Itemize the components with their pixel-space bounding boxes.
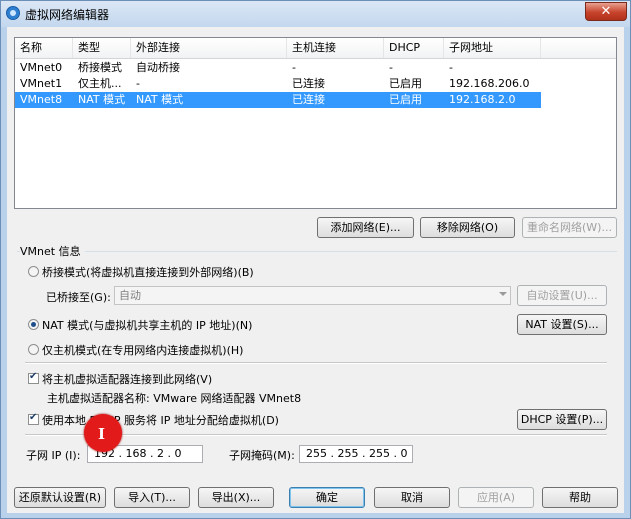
cell-external: NAT 模式 xyxy=(136,93,184,106)
cell-host: 已连接 xyxy=(292,93,325,106)
adapter-name-text: 主机虚拟适配器名称: VMware 网络适配器 VMnet8 xyxy=(47,392,302,405)
subnet-ip-label: 子网 IP (I): xyxy=(26,449,81,462)
network-list[interactable]: 名称 类型 外部连接 主机连接 DHCP 子网地址 VMnet0 桥接模式 自动… xyxy=(14,37,617,209)
host-only-radio[interactable] xyxy=(28,344,39,355)
dhcp-checkbox[interactable] xyxy=(28,412,39,425)
connect-adapter-label[interactable]: 将主机虚拟适配器连接到此网络(V) xyxy=(42,371,212,387)
text-ibeam-cursor-icon: I xyxy=(98,425,106,443)
window-title: 虚拟网络编辑器 xyxy=(25,8,110,22)
cell-type: 桥接模式 xyxy=(78,61,122,74)
dhcp-settings-button[interactable]: DHCP 设置(P)... xyxy=(517,409,607,430)
apply-button[interactable]: 应用(A) xyxy=(458,487,534,508)
subnet-mask-label: 子网掩码(M): xyxy=(229,449,295,462)
bridged-mode-radio[interactable] xyxy=(28,266,39,277)
add-network-button[interactable]: 添加网络(E)... xyxy=(317,217,414,238)
column-header-host[interactable]: 主机连接 xyxy=(287,38,384,58)
restore-defaults-button[interactable]: 还原默认设置(R) xyxy=(14,487,106,508)
cancel-button[interactable]: 取消 xyxy=(374,487,450,508)
column-header-name[interactable]: 名称 xyxy=(15,38,73,58)
virtual-network-editor-window: 虚拟网络编辑器 ✕ 名称 类型 外部连接 主机连接 DHCP 子网地址 VMne… xyxy=(0,0,631,519)
help-button[interactable]: 帮助 xyxy=(542,487,618,508)
cell-dhcp: 已启用 xyxy=(389,93,422,106)
cell-external: 自动桥接 xyxy=(136,61,180,74)
cell-type: NAT 模式 xyxy=(78,93,126,106)
auto-settings-button[interactable]: 自动设置(U)... xyxy=(517,285,607,306)
title-bar[interactable]: 虚拟网络编辑器 ✕ xyxy=(1,1,630,27)
table-row-vmnet1[interactable]: VMnet1 仅主机... - 已连接 已启用 192.168.206.0 xyxy=(15,76,541,92)
column-header-dhcp[interactable]: DHCP xyxy=(384,38,444,58)
column-header-external[interactable]: 外部连接 xyxy=(131,38,287,58)
bridged-to-value: 自动 xyxy=(119,289,141,302)
cell-name: VMnet8 xyxy=(20,93,63,106)
cell-type: 仅主机... xyxy=(78,77,122,90)
ok-button[interactable]: 确定 xyxy=(289,487,365,508)
remove-network-button[interactable]: 移除网络(O) xyxy=(420,217,515,238)
vmnet-info-group-border xyxy=(17,251,617,252)
column-header-type[interactable]: 类型 xyxy=(73,38,131,58)
column-header-subnet[interactable]: 子网地址 xyxy=(444,38,541,58)
cell-name: VMnet0 xyxy=(20,61,63,74)
cell-subnet: - xyxy=(449,61,453,74)
cell-host: 已连接 xyxy=(292,77,325,90)
bridged-to-select[interactable]: 自动 xyxy=(114,286,511,305)
cell-dhcp: - xyxy=(389,61,393,74)
table-row-vmnet0[interactable]: VMnet0 桥接模式 自动桥接 - - - xyxy=(15,60,541,76)
nat-settings-button[interactable]: NAT 设置(S)... xyxy=(517,314,607,335)
host-only-label[interactable]: 仅主机模式(在专用网络内连接虚拟机)(H) xyxy=(42,342,243,358)
rename-network-button[interactable]: 重命名网络(W)... xyxy=(522,217,617,238)
bridged-to-label: 已桥接至(G): xyxy=(46,291,111,304)
network-list-header: 名称 类型 外部连接 主机连接 DHCP 子网地址 xyxy=(15,38,616,59)
cell-host: - xyxy=(292,61,296,74)
vmnet-info-group-title: VMnet 信息 xyxy=(20,243,85,259)
export-button[interactable]: 导出(X)... xyxy=(198,487,274,508)
cell-dhcp: 已启用 xyxy=(389,77,422,90)
table-row-vmnet8[interactable]: VMnet8 NAT 模式 NAT 模式 已连接 已启用 192.168.2.0 xyxy=(15,92,541,108)
dhcp-label[interactable]: 使用本地 DHCP 服务将 IP 地址分配给虚拟机(D) xyxy=(42,412,279,428)
vmware-app-icon xyxy=(6,6,20,20)
nat-mode-radio[interactable] xyxy=(28,319,39,330)
close-button[interactable]: ✕ xyxy=(585,2,627,21)
chevron-down-icon xyxy=(499,292,507,296)
nat-mode-label[interactable]: NAT 模式(与虚拟机共享主机的 IP 地址)(N) xyxy=(42,317,252,333)
bridged-mode-label[interactable]: 桥接模式(将虚拟机直接连接到外部网络)(B) xyxy=(42,264,254,280)
cell-subnet: 192.168.206.0 xyxy=(449,77,530,90)
divider xyxy=(25,362,607,364)
subnet-mask-input[interactable]: 255 . 255 . 255 . 0 xyxy=(299,445,413,463)
cell-name: VMnet1 xyxy=(20,77,63,90)
cell-subnet: 192.168.2.0 xyxy=(449,93,516,106)
cell-external: - xyxy=(136,77,140,90)
connect-adapter-checkbox[interactable] xyxy=(28,371,39,384)
import-button[interactable]: 导入(T)... xyxy=(114,487,190,508)
